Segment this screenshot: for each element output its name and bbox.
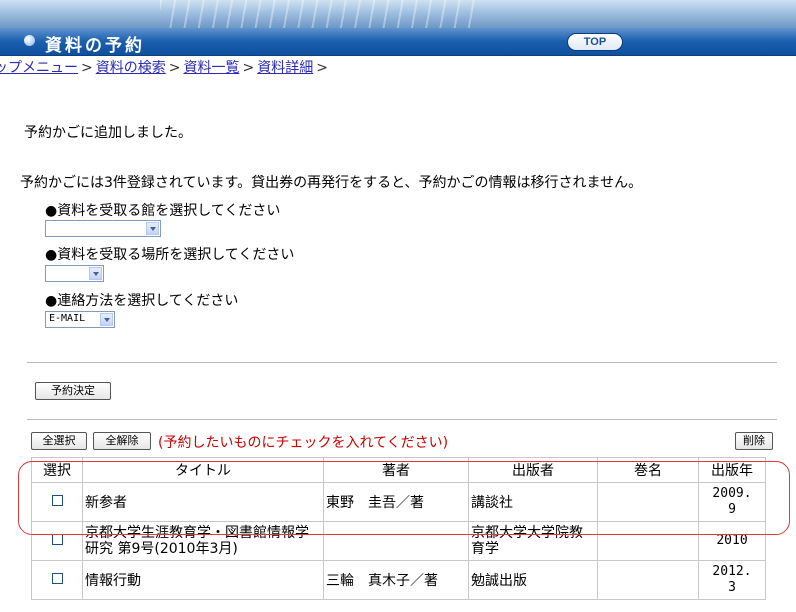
publisher-cell: 京都大学大学院教育学	[468, 521, 598, 561]
breadcrumb-separator: >	[168, 60, 181, 76]
breadcrumb-separator: >	[81, 60, 93, 76]
row-checkbox[interactable]	[51, 495, 63, 506]
delete-button[interactable]: 削除	[735, 432, 773, 450]
title-bullet-icon	[24, 35, 35, 46]
header-banner	[0, 0, 796, 28]
title-cell: 京都大学生涯教育学・図書館情報学研究 第9号(2010年3月)	[82, 521, 324, 561]
column-header-year: 出版年	[698, 457, 766, 483]
title-cell: 情報行動	[82, 560, 324, 600]
breadcrumb-search[interactable]: 資料の検索	[96, 60, 166, 76]
column-header-title: タイトル	[82, 457, 324, 483]
column-header-select: 選択	[31, 457, 83, 483]
publisher-cell: 勉誠出版	[468, 560, 598, 600]
chevron-down-icon	[89, 267, 102, 280]
banner-decoration	[160, 0, 480, 28]
chevron-down-icon	[100, 313, 113, 326]
reservation-table: 選択 タイトル 著者 出版者 巻名 出版年 新参者 東野 圭吾／著 講談社 20…	[31, 457, 766, 600]
count-notice: 予約かごには3件登録されています。貸出券の再発行をすると、予約かごの情報は移行さ…	[20, 175, 643, 191]
page-title: 資料の予約	[45, 36, 145, 56]
publisher-cell: 講談社	[468, 482, 598, 522]
contact-select[interactable]: E-MAIL	[45, 311, 115, 328]
select-cell	[31, 521, 83, 561]
select-cell	[31, 482, 83, 522]
confirm-reservation-button[interactable]: 予約決定	[35, 382, 111, 400]
place-label: ●資料を受取る場所を選択してください	[45, 247, 295, 263]
chevron-down-icon	[146, 222, 159, 235]
contact-select-value: E-MAIL	[49, 313, 86, 324]
breadcrumb-separator: >	[242, 60, 255, 76]
library-label: ●資料を受取る館を選択してください	[45, 203, 281, 219]
volume-cell	[597, 560, 699, 600]
table-header-row: 選択 タイトル 著者 出版者 巻名 出版年	[31, 457, 766, 483]
added-message: 予約かごに追加しました。	[24, 125, 192, 141]
breadcrumb: ップメニュー > 資料の検索 > 資料一覧 > 資料詳細 >	[0, 57, 331, 77]
divider	[27, 419, 777, 420]
select-cell	[31, 560, 83, 600]
row-checkbox[interactable]	[51, 573, 63, 584]
table-row: 情報行動 三輪 真木子／著 勉誠出版 2012. 3	[31, 560, 766, 600]
selection-hint: (予約したいものにチェックを入れてください)	[158, 435, 449, 451]
select-all-button[interactable]: 全選択	[31, 432, 87, 450]
library-select[interactable]	[45, 220, 161, 237]
column-header-author: 著者	[323, 457, 469, 483]
deselect-all-button[interactable]: 全解除	[93, 432, 151, 450]
year-cell: 2009. 9	[698, 482, 766, 522]
breadcrumb-top-menu[interactable]: ップメニュー	[0, 60, 78, 76]
column-header-volume: 巻名	[597, 457, 699, 483]
divider	[27, 362, 777, 363]
row-checkbox[interactable]	[51, 534, 63, 545]
table-row: 京都大学生涯教育学・図書館情報学研究 第9号(2010年3月) 京都大学大学院教…	[31, 521, 766, 561]
volume-cell	[597, 482, 699, 522]
author-cell: 東野 圭吾／著	[323, 482, 469, 522]
year-cell: 2010	[698, 521, 766, 561]
breadcrumb-list[interactable]: 資料一覧	[183, 60, 239, 76]
place-select[interactable]	[45, 265, 104, 282]
contact-label: ●連絡方法を選択してください	[45, 293, 239, 309]
breadcrumb-detail[interactable]: 資料詳細	[257, 60, 313, 76]
title-cell: 新参者	[82, 482, 324, 522]
column-header-publisher: 出版者	[468, 457, 598, 483]
author-cell	[323, 521, 469, 561]
breadcrumb-separator: >	[316, 60, 328, 76]
author-cell: 三輪 真木子／著	[323, 560, 469, 600]
volume-cell	[597, 521, 699, 561]
table-row: 新参者 東野 圭吾／著 講談社 2009. 9	[31, 482, 766, 522]
year-cell: 2012. 3	[698, 560, 766, 600]
top-button[interactable]: TOP	[567, 33, 623, 51]
